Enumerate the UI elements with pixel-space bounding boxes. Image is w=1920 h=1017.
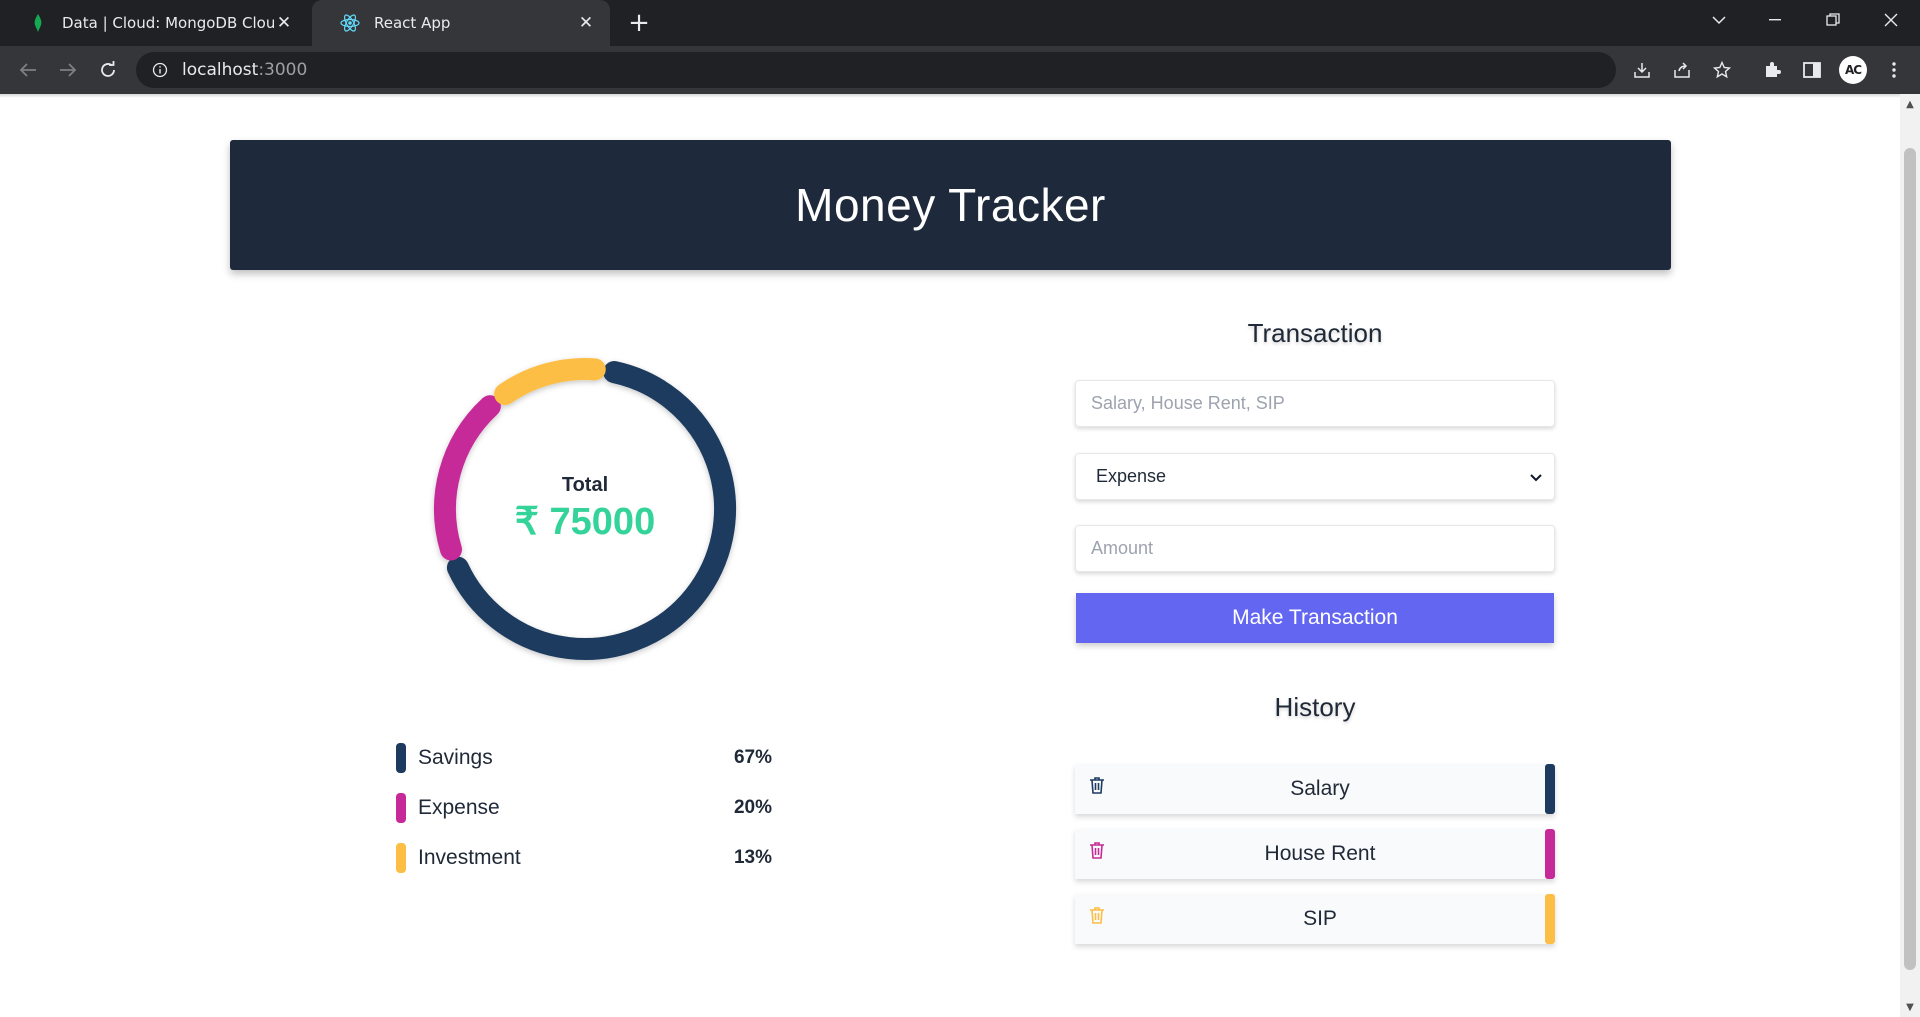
legend-percent: 67%: [733, 747, 772, 768]
legend-color-investment: [396, 843, 406, 873]
restore-icon[interactable]: [1810, 0, 1856, 40]
legend-row-savings: Savings 67%: [396, 742, 772, 774]
react-icon: [340, 13, 360, 33]
scroll-down-icon[interactable]: ▼: [1904, 1001, 1916, 1013]
site-info-icon[interactable]: [150, 60, 170, 80]
tab-mongodb-cloud[interactable]: Data | Cloud: MongoDB Cloud ✕: [0, 0, 308, 46]
share-icon[interactable]: [1666, 54, 1698, 86]
chevron-down-icon: [1530, 466, 1542, 487]
total-label: Total: [561, 474, 609, 496]
back-icon[interactable]: [12, 54, 44, 86]
install-app-icon[interactable]: [1626, 54, 1658, 86]
total-amount: ₹ 75000: [514, 501, 656, 543]
page-viewport: Money Tracker Total ₹ 75000 Savings 67% …: [0, 94, 1920, 1017]
legend-row-investment: Investment 13%: [396, 842, 772, 874]
page-scrollbar[interactable]: ▲ ▼: [1900, 94, 1920, 1017]
scroll-up-icon[interactable]: ▲: [1904, 98, 1916, 110]
legend-percent: 13%: [733, 847, 772, 868]
side-panel-icon[interactable]: [1796, 54, 1828, 86]
mongodb-leaf-icon: [28, 13, 48, 33]
tab-title: React App: [374, 14, 451, 32]
history-item-sip: SIP: [1075, 894, 1555, 944]
minimize-icon[interactable]: [1752, 0, 1798, 40]
app-header: Money Tracker: [230, 140, 1671, 270]
profile-avatar[interactable]: AC: [1839, 56, 1867, 84]
address-bar[interactable]: localhost:3000: [136, 52, 1616, 88]
legend-label: Expense: [418, 796, 500, 819]
close-window-icon[interactable]: [1868, 0, 1914, 40]
page-title: Money Tracker: [795, 179, 1106, 231]
delete-trash-icon[interactable]: [1089, 776, 1105, 794]
forward-icon[interactable]: [52, 54, 84, 86]
transaction-heading: Transaction: [1247, 318, 1383, 348]
browser-toolbar: localhost:3000 AC: [0, 46, 1920, 94]
history-color-bar: [1545, 829, 1555, 879]
donut-slice-investment: [494, 358, 606, 406]
extensions-icon[interactable]: [1756, 54, 1788, 86]
history-item-label: House Rent: [1264, 842, 1376, 865]
browser-tab-strip: Data | Cloud: MongoDB Cloud ✕ React App …: [0, 0, 1920, 46]
url-host: localhost: [182, 60, 259, 80]
more-menu-icon[interactable]: [1878, 54, 1910, 86]
history-heading: History: [1274, 692, 1356, 722]
legend-percent: 20%: [733, 797, 772, 818]
bookmark-star-icon[interactable]: [1706, 54, 1738, 86]
legend-color-savings: [396, 743, 406, 773]
make-transaction-button[interactable]: Make Transaction: [1076, 593, 1554, 643]
selected-type: Expense: [1096, 466, 1167, 486]
tab-react-app[interactable]: React App ✕: [312, 0, 610, 46]
new-tab-button[interactable]: +: [624, 8, 654, 38]
transaction-name-input[interactable]: [1091, 381, 1554, 426]
tab-search-icon[interactable]: [1696, 0, 1742, 40]
amount-field[interactable]: [1075, 525, 1555, 572]
history-item-house-rent: House Rent: [1075, 829, 1555, 879]
history-item-label: Salary: [1290, 777, 1350, 800]
scroll-thumb[interactable]: [1904, 148, 1916, 970]
reload-icon[interactable]: [92, 54, 124, 86]
amount-input[interactable]: [1091, 526, 1554, 571]
legend-color-expense: [396, 793, 406, 823]
delete-trash-icon[interactable]: [1089, 906, 1105, 924]
transaction-type-select[interactable]: Expense: [1075, 453, 1555, 500]
history-item-salary: Salary: [1075, 764, 1555, 814]
close-tab-icon[interactable]: ✕: [274, 13, 294, 33]
url-port: :3000: [258, 60, 308, 80]
legend-row-expense: Expense 20%: [396, 792, 772, 824]
transaction-name-field[interactable]: [1075, 380, 1555, 427]
legend-label: Savings: [418, 746, 493, 769]
close-tab-icon[interactable]: ✕: [576, 13, 596, 33]
legend-label: Investment: [418, 846, 521, 869]
history-color-bar: [1545, 894, 1555, 944]
delete-trash-icon[interactable]: [1089, 841, 1105, 859]
history-color-bar: [1545, 764, 1555, 814]
history-item-label: SIP: [1303, 907, 1337, 930]
tab-title: Data | Cloud: MongoDB Cloud: [62, 14, 274, 32]
toolbar-shadow: [0, 94, 1900, 98]
